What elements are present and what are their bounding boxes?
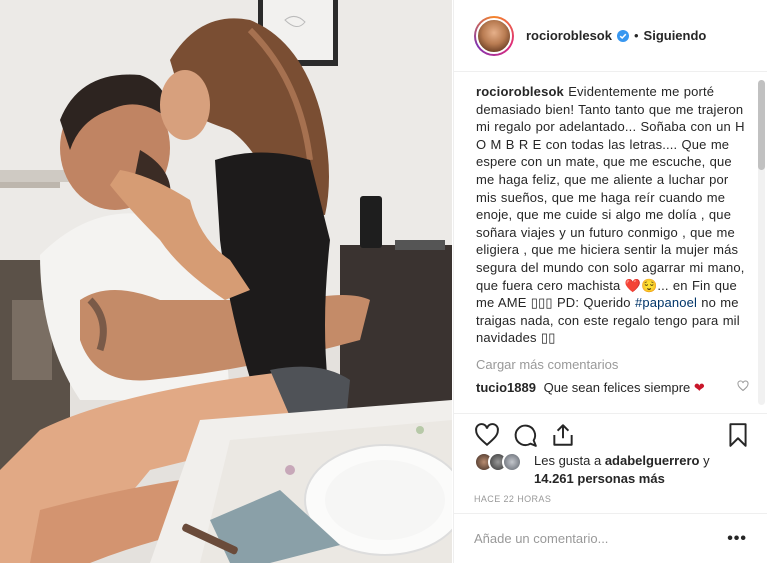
caption-emoji-3: ▯▯	[540, 330, 556, 346]
post-actions-bar	[454, 413, 767, 455]
caption-emoji-2: ▯▯▯	[530, 295, 553, 311]
share-icon[interactable]	[550, 422, 576, 448]
comment-input[interactable]	[474, 531, 728, 546]
follow-status-button[interactable]: Siguiendo	[644, 28, 707, 43]
load-more-comments-button[interactable]: Cargar más comentarios	[476, 357, 749, 372]
post-timestamp[interactable]: Hace 22 horas	[474, 494, 551, 504]
more-options-button[interactable]: •••	[727, 530, 747, 548]
post-side-panel: rocioroblesok • Siguiendo rocioroblesok …	[453, 0, 767, 563]
post-photo[interactable]	[0, 0, 452, 563]
comment-icon[interactable]	[512, 422, 538, 448]
post-image-illustration	[0, 0, 452, 563]
comments-scrollbar[interactable]	[758, 80, 765, 405]
bookmark-icon[interactable]	[725, 422, 751, 448]
header-separator: •	[633, 28, 639, 43]
comment-emoji: ❤	[693, 379, 705, 395]
add-comment-bar: •••	[454, 513, 767, 563]
liker-avatars[interactable]	[474, 452, 528, 472]
comments-section[interactable]: rocioroblesok Evidentemente me porté dem…	[454, 73, 767, 413]
likes-prefix: Les gusta a	[534, 453, 605, 468]
likes-joiner: y	[699, 453, 710, 468]
caption-username[interactable]: rocioroblesok	[476, 84, 564, 99]
author-username[interactable]: rocioroblesok	[526, 28, 612, 43]
verified-badge-icon	[616, 29, 629, 42]
author-avatar[interactable]	[474, 15, 514, 56]
hashtag-link[interactable]: #papanoel	[635, 295, 697, 310]
comment-username[interactable]: tucio1889	[476, 380, 536, 395]
caption-text-1: Evidentemente me porté demasiado bien! T…	[476, 84, 745, 293]
likes-text: Les gusta a adabelguerrero y 14.261 pers…	[534, 452, 710, 487]
comment-item: tucio1889 Que sean felices siempre ❤	[476, 380, 749, 396]
post-header: rocioroblesok • Siguiendo	[454, 0, 767, 72]
likes-summary: Les gusta a adabelguerrero y 14.261 pers…	[474, 452, 751, 487]
caption-emoji-1: ❤️😌	[624, 277, 658, 293]
caption-text-3: PD: Querido	[552, 295, 635, 311]
liker-username[interactable]: adabelguerrero	[605, 453, 700, 468]
post-caption: rocioroblesok Evidentemente me porté dem…	[476, 83, 749, 347]
comment-text: Que sean felices siempre	[543, 379, 691, 395]
scrollbar-thumb[interactable]	[758, 80, 765, 170]
heart-icon[interactable]	[474, 422, 500, 448]
likes-count[interactable]: 14.261 personas más	[534, 471, 665, 486]
small-heart-icon[interactable]	[737, 380, 749, 392]
